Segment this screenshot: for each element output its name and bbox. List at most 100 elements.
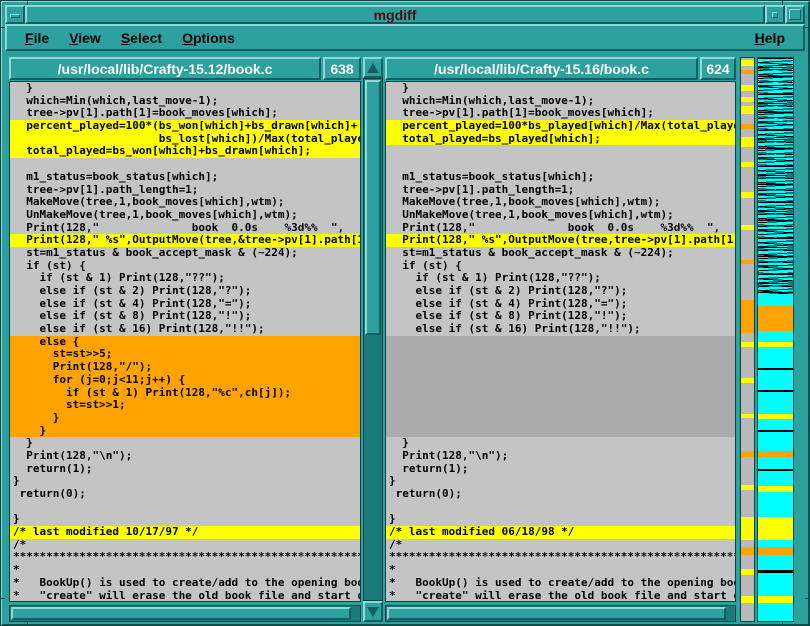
code-line[interactable]: } [10,412,360,425]
diff-mark [758,390,793,392]
code-line[interactable]: } [10,425,360,438]
minimize-button[interactable] [765,5,785,24]
code-line: else if (st & 16) Print(128,"!!"); [10,323,360,336]
code-line: Print(128,"\n"); [10,450,360,463]
diff-mark [741,378,754,383]
diff-mark [741,70,754,74]
left-code-pane[interactable]: } which=Min(which,last_move-1); tree->pv… [9,81,361,602]
code-line: MakeMove(tree,1,book_moves[which],wtm); [386,196,735,209]
code-line[interactable] [386,412,735,425]
code-line: Print(128," book 0.0s %3d%% ", [386,222,735,235]
vertical-scrollbar-thumb[interactable] [365,80,381,335]
left-horizontal-scrollbar[interactable] [9,605,361,622]
maximize-button[interactable] [785,5,805,24]
scroll-down-button[interactable] [363,601,383,622]
code-line: if (st & 1) Print(128,"??"); [10,272,360,285]
code-line: } [10,475,360,488]
code-line [386,501,735,514]
right-code-pane[interactable]: } which=Min(which,last_move-1); tree->pv… [385,81,736,602]
code-line: Print(128," book 0.0s %3d%% ", [10,222,360,235]
code-line[interactable]: /* last modified 06/18/98 */ [386,526,735,539]
code-line[interactable] [386,425,735,438]
code-line: * BookUp() is used to create/add to the … [10,577,360,590]
vertical-scrollbar[interactable] [363,57,383,622]
code-line: } [386,475,735,488]
menu-help[interactable]: Help [745,27,795,49]
code-line: } [386,513,735,526]
code-line[interactable]: /* last modified 10/17/97 */ [10,526,360,539]
code-line: return(1); [386,463,735,476]
diff-mark [741,485,754,490]
diff-mark [758,469,793,471]
code-line: return(1); [10,463,360,476]
menu-options[interactable]: Options [172,27,245,49]
code-line [386,145,735,158]
right-horizontal-scrollbar-thumb[interactable] [387,607,726,620]
code-line[interactable]: st=st>>1; [10,399,360,412]
code-line[interactable] [386,336,735,349]
code-line: else if (st & 8) Print(128,"!"); [10,310,360,323]
left-file-path: /usr/local/lib/Crafty-15.12/book.c [9,57,321,80]
right-horizontal-scrollbar[interactable] [385,605,736,622]
code-line: st=m1_status & book_accept_mask & (~224)… [386,247,735,260]
menu-select[interactable]: Select [111,27,172,49]
code-line[interactable]: bs_lost[which])/Max(total_played,1); [10,133,360,146]
diff-mark [741,85,754,91]
code-line [386,158,735,171]
resize-notch [805,598,809,599]
code-line[interactable]: else { [10,336,360,349]
code-line: else if (st & 2) Print(128,"?"); [386,285,735,298]
diff-mark [741,547,754,555]
code-line[interactable]: Print(128," %s",OutputMove(tree,tree->pv… [386,234,735,247]
resize-notch [805,27,809,28]
diff-mark [741,192,754,198]
diff-map-strip[interactable] [740,57,755,622]
overview-map[interactable] [757,57,794,622]
diff-mark [758,306,793,331]
scroll-up-button[interactable] [363,57,383,78]
code-line: } [10,513,360,526]
code-line[interactable] [386,361,735,374]
code-line: else if (st & 2) Print(128,"?"); [10,285,360,298]
code-line: } [386,437,735,450]
right-file-path: /usr/local/lib/Crafty-15.16/book.c [385,57,698,80]
diff-mark [758,596,793,603]
mgdiff-window: mgdiff File View Select Options Help /us… [0,0,810,626]
code-line[interactable]: percent_played=100*bs_played[which]/Max(… [386,120,735,133]
code-line: /* [386,539,735,552]
titlebar[interactable]: mgdiff [5,5,805,24]
right-line-count: 624 [700,57,736,80]
right-line-count-value: 624 [706,61,729,77]
code-line: if (st) { [386,260,735,273]
code-line: * [386,564,735,577]
code-line[interactable]: if (st & 1) Print(128,"%c",ch[j]); [10,387,360,400]
diff-mark [741,260,754,265]
code-line: * BookUp() is used to create/add to the … [386,577,735,590]
code-line[interactable] [386,374,735,387]
code-line[interactable]: Print(128," %s",OutputMove(tree,&tree->p… [10,234,360,247]
title-area[interactable]: mgdiff [25,5,765,24]
code-line[interactable]: percent_played=100*(bs_won[which]+bs_dra… [10,120,360,133]
vertical-scrollbar-trough[interactable] [363,78,383,601]
code-line[interactable] [386,399,735,412]
code-line[interactable]: total_played=bs_played[which]; [386,133,735,146]
code-line: else if (st & 4) Print(128,"="); [10,298,360,311]
code-line [10,501,360,514]
window-menu-button[interactable] [5,5,25,24]
code-line[interactable] [386,387,735,400]
maximize-icon [789,9,801,20]
left-horizontal-scrollbar-thumb[interactable] [11,607,351,620]
menu-file[interactable]: File [15,27,59,49]
window-title: mgdiff [374,7,417,23]
code-line: tree->pv[1].path[1]=book_moves[which]; [10,107,360,120]
code-line: m1_status=book_status[which]; [10,171,360,184]
menu-view[interactable]: View [59,27,111,49]
diff-mark [741,451,754,457]
code-line[interactable] [386,348,735,361]
code-line[interactable]: total_played=bs_won[which]+bs_drawn[whic… [10,145,360,158]
code-line[interactable]: st=st>>5; [10,348,360,361]
code-line[interactable]: Print(128,"/"); [10,361,360,374]
code-line: tree->pv[1].path[1]=book_moves[which]; [386,107,735,120]
menubar: File View Select Options Help [5,24,805,51]
code-line[interactable]: for (j=0;j<11;j++) { [10,374,360,387]
